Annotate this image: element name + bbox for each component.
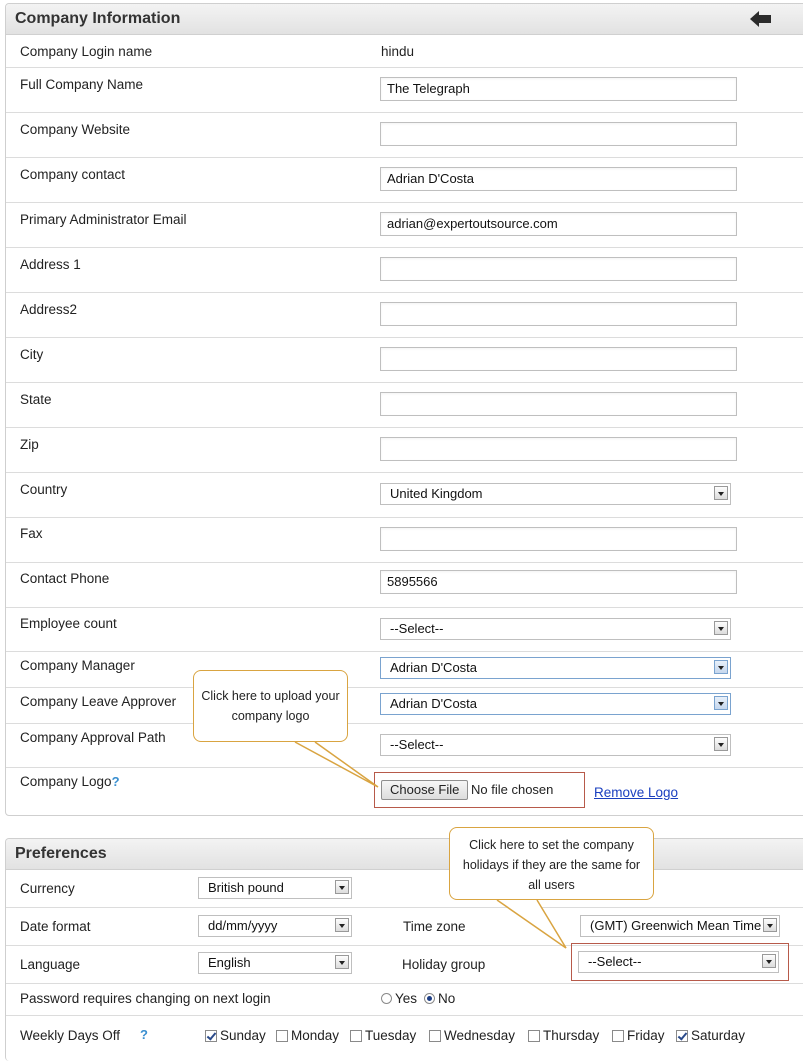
holiday-callout: Click here to set the company holidays i… — [449, 827, 654, 900]
holiday-callout-pointer — [496, 899, 567, 949]
